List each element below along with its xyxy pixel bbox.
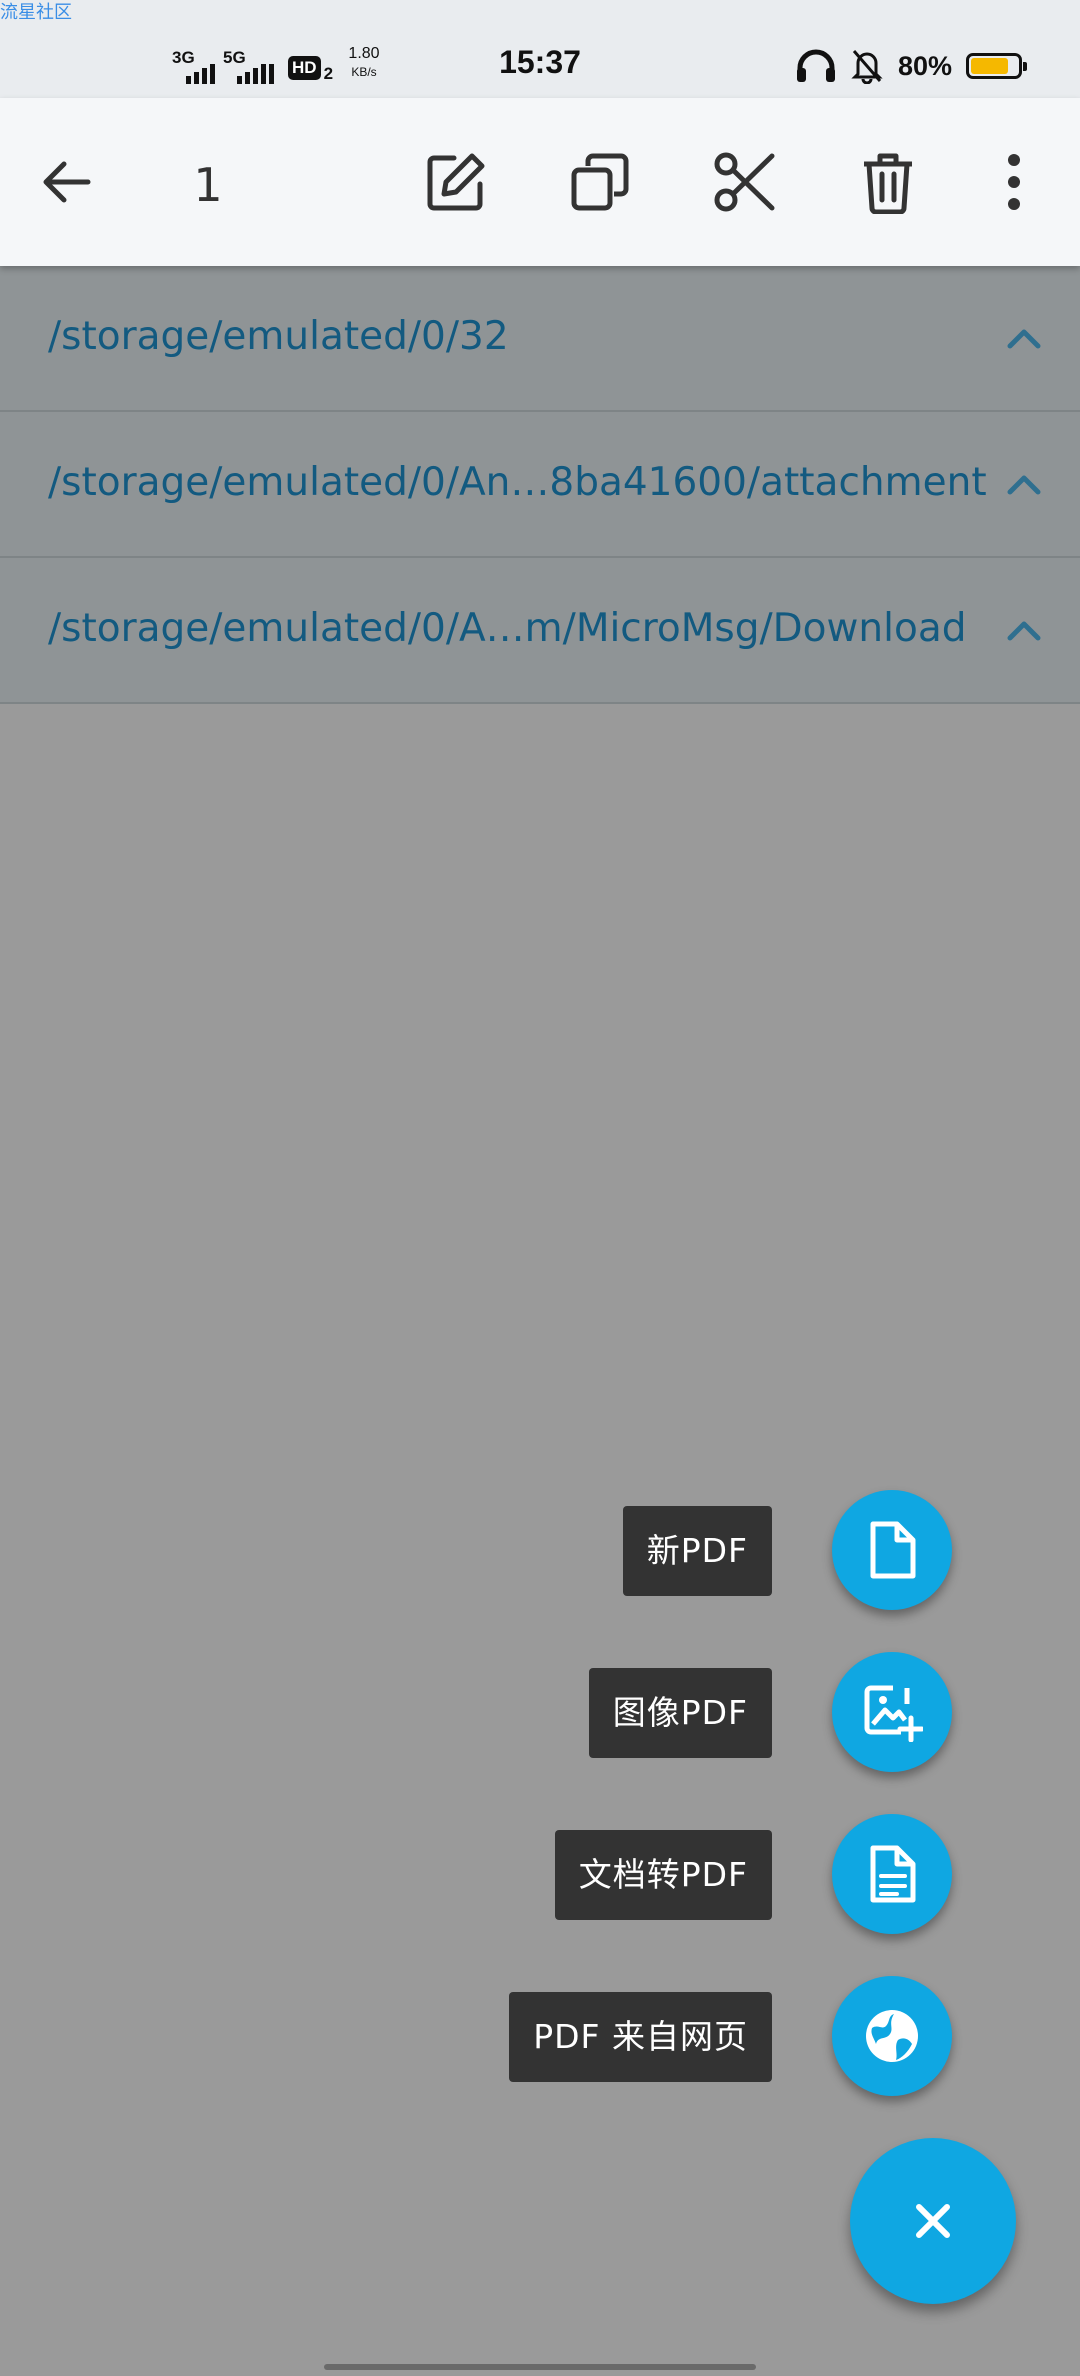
fab-new-pdf[interactable]: 新PDF — [192, 1490, 992, 1610]
scissors-icon — [714, 152, 775, 212]
fab-document-pdf-label[interactable]: 文档转PDF — [554, 1830, 772, 1920]
watermark-text: 流星社区 — [0, 2, 72, 23]
network-speed-unit: KB/s — [351, 65, 377, 79]
folder-path: /storage/emulated/0/An…8ba41600/attachme… — [48, 460, 987, 505]
fab-image-pdf-label[interactable]: 图像PDF — [588, 1668, 772, 1758]
arrow-left-icon — [43, 161, 91, 203]
cut-button[interactable] — [704, 142, 784, 222]
clock: 15:37 — [499, 44, 581, 80]
fab-document-pdf[interactable]: 文档转PDF — [192, 1814, 992, 1934]
copy-button[interactable] — [560, 142, 640, 222]
fab-web-pdf[interactable]: PDF 来自网页 — [192, 1976, 992, 2096]
selection-toolbar: 1 — [0, 98, 1080, 266]
headphones-icon — [796, 49, 835, 82]
file-icon — [870, 1521, 916, 1579]
network-speed-value: 1.80 — [348, 45, 380, 62]
folder-group-header[interactable]: /storage/emulated/0/32 — [0, 266, 1080, 412]
more-vertical-icon — [1008, 154, 1020, 210]
status-bar: 流星社区 3G 5G HD 2 1.80 KB/s 15:37 80% — [0, 0, 1080, 98]
signal-5g: 5G — [223, 48, 274, 84]
battery-fill — [971, 58, 1008, 74]
bell-off-icon — [851, 50, 883, 84]
fab-new-pdf-button[interactable] — [832, 1490, 952, 1610]
rename-button[interactable] — [416, 142, 496, 222]
folder-group-header[interactable]: /storage/emulated/0/A…m/MicroMsg/Downloa… — [0, 558, 1080, 704]
fab-close-button[interactable] — [850, 2138, 1016, 2304]
folder-path: /storage/emulated/0/A…m/MicroMsg/Downloa… — [48, 606, 967, 651]
signal-5g-label: 5G — [223, 48, 246, 67]
delete-button[interactable] — [848, 142, 928, 222]
folder-path: /storage/emulated/0/32 — [48, 314, 509, 359]
trash-icon — [864, 153, 912, 214]
fab-image-pdf-button[interactable] — [832, 1652, 952, 1772]
fab-image-pdf[interactable]: 图像PDF — [192, 1652, 992, 1772]
battery-icon — [966, 53, 1027, 79]
home-indicator[interactable] — [324, 2364, 756, 2370]
image-add-icon — [864, 1685, 923, 1742]
hd-voice-icon: HD — [288, 56, 321, 80]
edit-icon — [427, 153, 485, 211]
signal-3g-label: 3G — [172, 48, 195, 67]
globe-icon — [866, 2010, 918, 2062]
signal-3g: 3G — [172, 48, 215, 84]
fab-web-pdf-button[interactable] — [832, 1976, 952, 2096]
more-options-button[interactable] — [974, 142, 1054, 222]
copy-icon — [571, 153, 629, 211]
chevron-up-icon — [1007, 475, 1041, 495]
back-button[interactable] — [26, 142, 106, 222]
network-speed: 1.80 KB/s — [344, 45, 384, 79]
status-right: 80% — [796, 46, 1027, 86]
document-icon — [870, 1845, 916, 1903]
close-icon — [916, 2204, 950, 2238]
fab-document-pdf-button[interactable] — [832, 1814, 952, 1934]
folder-group-header[interactable]: /storage/emulated/0/An…8ba41600/attachme… — [0, 412, 1080, 558]
network-indicators: 3G 5G HD 2 — [172, 44, 333, 84]
battery-percent: 80% — [897, 50, 952, 81]
selected-count: 1 — [193, 158, 223, 212]
hd-voice-sub: 2 — [323, 64, 334, 83]
fab-web-pdf-label[interactable]: PDF 来自网页 — [509, 1992, 772, 2082]
chevron-up-icon — [1007, 621, 1041, 641]
chevron-up-icon — [1007, 329, 1041, 349]
fab-new-pdf-label[interactable]: 新PDF — [622, 1506, 772, 1596]
